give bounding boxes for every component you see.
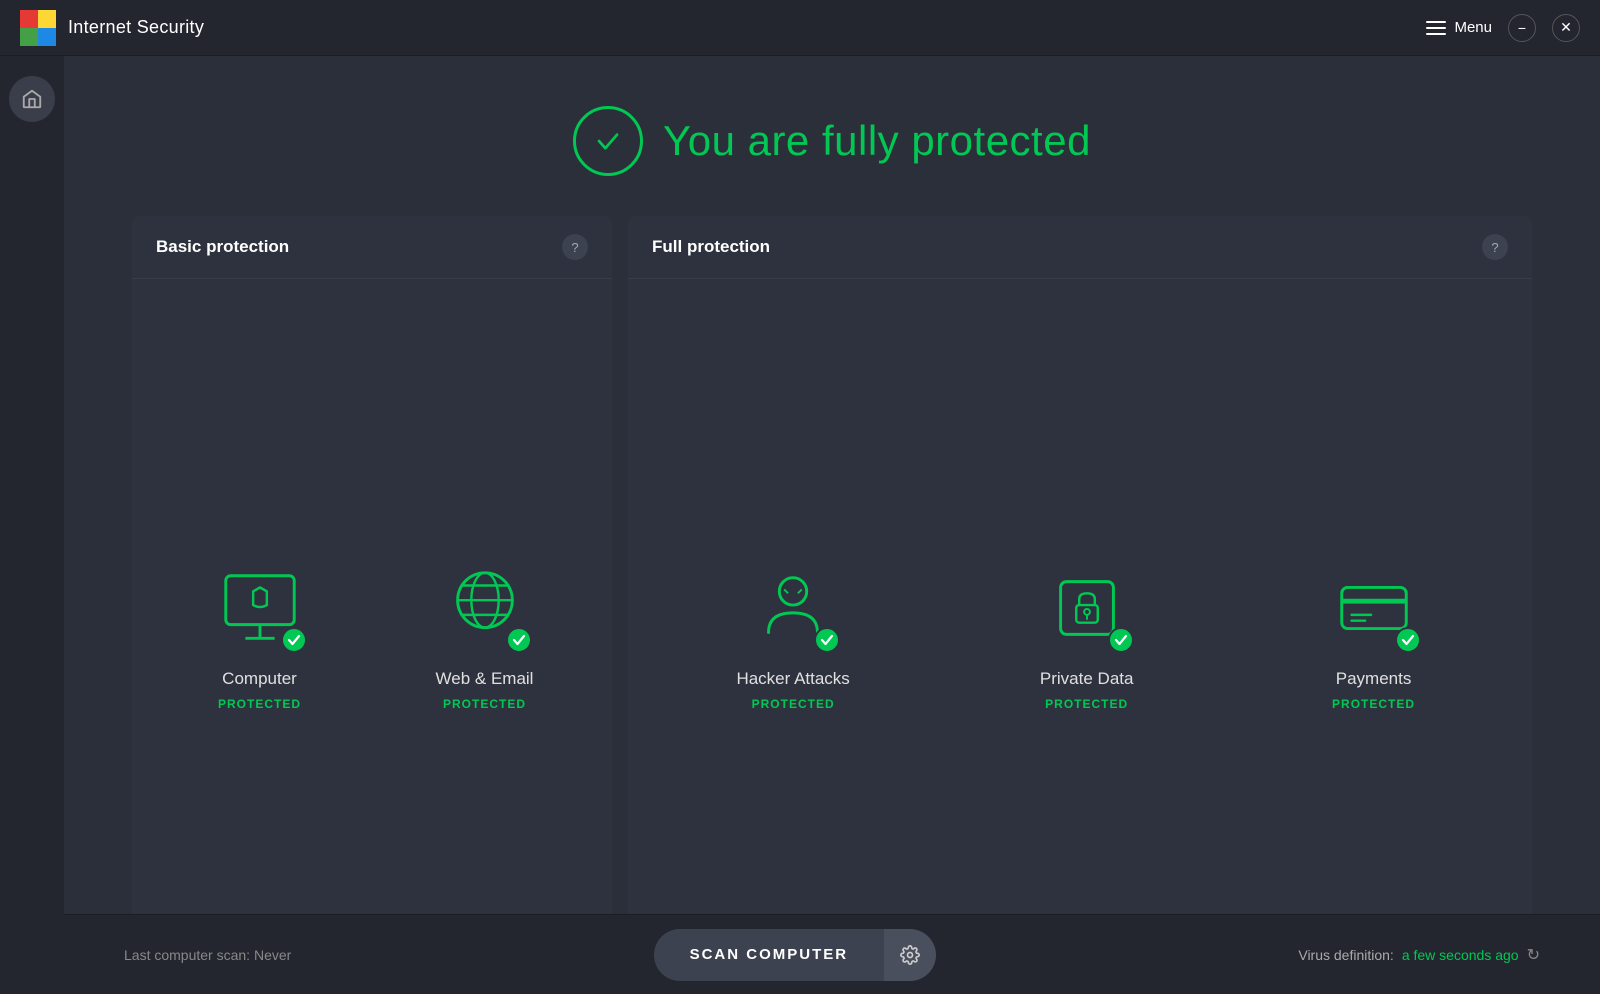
hacker-attacks-protection-item[interactable]: Hacker Attacks PROTECTED [726,553,859,721]
bottom-bar: Last computer scan: Never SCAN COMPUTER … [64,914,1600,994]
computer-item-name: Computer [222,669,297,689]
private-data-protection-item[interactable]: Private Data PROTECTED [1027,553,1147,721]
basic-protection-panel: Basic protection ? [132,216,612,994]
sidebar-home-button[interactable] [9,76,55,122]
title-bar-right: Menu − ✕ [1426,14,1580,42]
web-email-protection-item[interactable]: Web & Email PROTECTED [425,553,545,721]
title-bar: Internet Security Menu − ✕ [0,0,1600,56]
payments-item-status: PROTECTED [1332,697,1415,711]
private-data-item-status: PROTECTED [1045,697,1128,711]
main-content: You are fully protected Basic protection… [64,56,1600,994]
web-email-item-status: PROTECTED [443,697,526,711]
private-data-check-badge [1108,627,1134,653]
hero-section: You are fully protected [64,56,1600,216]
web-email-icon-wrapper [440,563,530,653]
minimize-button[interactable]: − [1508,14,1536,42]
computer-check-badge [281,627,307,653]
computer-item-status: PROTECTED [218,697,301,711]
hacker-attacks-item-status: PROTECTED [752,697,835,711]
computer-icon-wrapper [215,563,305,653]
basic-protection-title: Basic protection [156,237,289,257]
title-bar-left: Internet Security [20,10,204,46]
refresh-icon[interactable]: ↻ [1527,945,1540,965]
virus-def-info: Virus definition: a few seconds ago ↻ [1298,945,1540,965]
sidebar [0,56,64,994]
web-email-check-badge [506,627,532,653]
full-protection-title: Full protection [652,237,770,257]
full-protection-items: Hacker Attacks PROTECTED [628,279,1532,994]
payments-check-badge [1395,627,1421,653]
menu-label: Menu [1454,19,1492,36]
last-scan-value: Never [254,947,291,963]
private-data-icon-wrapper [1042,563,1132,653]
cards-container: Basic protection ? [112,216,1552,994]
scan-settings-button[interactable] [884,929,936,981]
basic-protection-items: Computer PROTECTED [132,279,612,994]
last-scan-info: Last computer scan: Never [124,947,291,963]
payments-item-name: Payments [1336,669,1412,689]
menu-button[interactable]: Menu [1426,19,1492,36]
virus-def-value: a few seconds ago [1402,947,1519,963]
private-data-item-name: Private Data [1040,669,1134,689]
last-scan-label: Last computer scan: [124,947,250,963]
computer-protection-item[interactable]: Computer PROTECTED [200,553,320,721]
full-protection-header: Full protection ? [628,216,1532,279]
protected-check-circle [573,106,643,176]
close-button[interactable]: ✕ [1552,14,1580,42]
basic-protection-header: Basic protection ? [132,216,612,279]
scan-computer-button[interactable]: SCAN COMPUTER [654,929,885,981]
scan-button-wrapper: SCAN COMPUTER [654,929,937,981]
payments-protection-item[interactable]: Payments PROTECTED [1314,553,1434,721]
hacker-attacks-check-badge [814,627,840,653]
gear-icon [900,945,920,965]
basic-protection-help[interactable]: ? [562,234,588,260]
virus-def-label: Virus definition: [1298,947,1393,963]
hacker-attacks-item-name: Hacker Attacks [736,669,849,689]
payments-icon-wrapper [1329,563,1419,653]
full-protection-help[interactable]: ? [1482,234,1508,260]
app-title: Internet Security [68,17,204,38]
menu-icon [1426,21,1446,35]
hacker-attacks-icon-wrapper [748,563,838,653]
hero-title: You are fully protected [663,117,1091,165]
avg-logo [20,10,56,46]
full-protection-panel: Full protection ? [628,216,1532,994]
web-email-item-name: Web & Email [436,669,534,689]
